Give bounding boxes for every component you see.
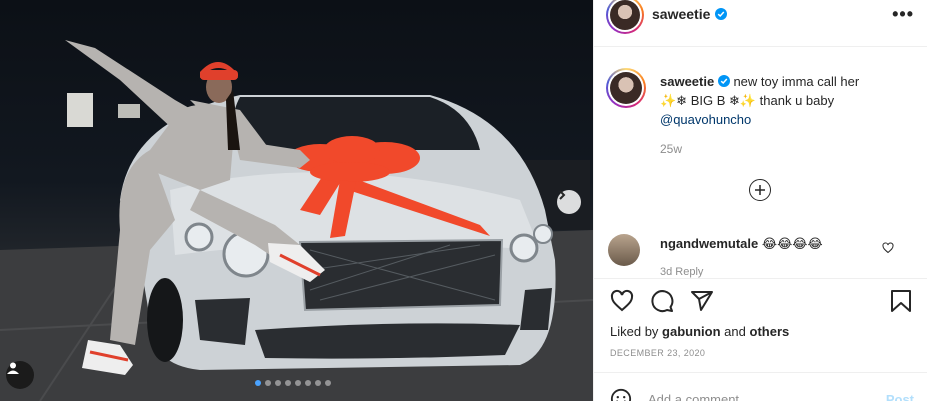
verified-badge-icon (717, 75, 730, 87)
add-comment-bar: Post (594, 380, 927, 401)
action-bar (608, 289, 914, 315)
caption-mention[interactable]: @quavohuncho (660, 112, 751, 127)
carousel-dot (275, 380, 281, 386)
post-comment-button[interactable]: Post (886, 392, 914, 401)
post-photo (0, 40, 593, 401)
caption-line-1: new toy imma call her (733, 74, 860, 89)
post-author[interactable]: saweetie (652, 6, 728, 22)
likes-summary: Liked by gabunion and others (610, 324, 789, 339)
comment-text: 😂😂😂😂 (761, 236, 823, 251)
comment-avatar[interactable] (608, 234, 640, 266)
plus-icon (755, 185, 765, 195)
post-media[interactable] (0, 0, 593, 401)
post-header: saweetie ••• (594, 0, 927, 34)
post-author-username[interactable]: saweetie (652, 6, 710, 22)
tagged-users-button[interactable] (6, 361, 34, 389)
share-icon[interactable] (690, 289, 714, 313)
comment-meta: 3d Reply (660, 266, 704, 278)
carousel-dot (295, 380, 301, 386)
comment-username[interactable]: ngandwemutale (660, 236, 758, 251)
verified-badge-icon (715, 8, 728, 20)
carousel-next-button[interactable] (557, 190, 581, 214)
likes-prefix: Liked by (610, 324, 659, 339)
carousel-dot (325, 380, 331, 386)
add-comment-input[interactable] (648, 392, 868, 401)
chevron-right-icon (559, 190, 566, 200)
like-icon[interactable] (610, 289, 634, 313)
caption-avatar[interactable] (606, 68, 646, 108)
likes-others[interactable]: others (750, 324, 790, 339)
caption-text: saweetie new toy imma call her ✨❄ BIG B … (660, 72, 915, 129)
comment-icon[interactable] (650, 289, 674, 313)
user-icon (7, 362, 19, 374)
heart-icon[interactable] (882, 242, 894, 254)
bookmark-icon[interactable] (890, 289, 912, 313)
likes-and: and (724, 324, 746, 339)
caption-username[interactable]: saweetie (660, 74, 714, 89)
post-date[interactable]: DECEMBER 23, 2020 (610, 348, 705, 358)
post-side-panel: saweetie ••• saweetie new toy imma call … (593, 0, 927, 401)
avatar[interactable] (606, 0, 644, 34)
carousel-dot (305, 380, 311, 386)
likes-user[interactable]: gabunion (662, 324, 721, 339)
emoji-icon[interactable] (610, 388, 632, 401)
divider (594, 278, 927, 279)
carousel-dot (315, 380, 321, 386)
carousel-dot (265, 380, 271, 386)
divider (594, 46, 927, 47)
carousel-indicators (255, 380, 331, 386)
caption-line-2: ✨❄ BIG B ❄✨ thank u baby (660, 93, 835, 108)
carousel-dot (255, 380, 261, 386)
load-more-comments-button[interactable] (749, 179, 771, 201)
comment-body: ngandwemutale 😂😂😂😂 (660, 236, 823, 252)
carousel-dot (285, 380, 291, 386)
more-options-button[interactable]: ••• (892, 4, 914, 25)
divider (594, 372, 927, 373)
caption-time[interactable]: 25w (660, 142, 682, 156)
